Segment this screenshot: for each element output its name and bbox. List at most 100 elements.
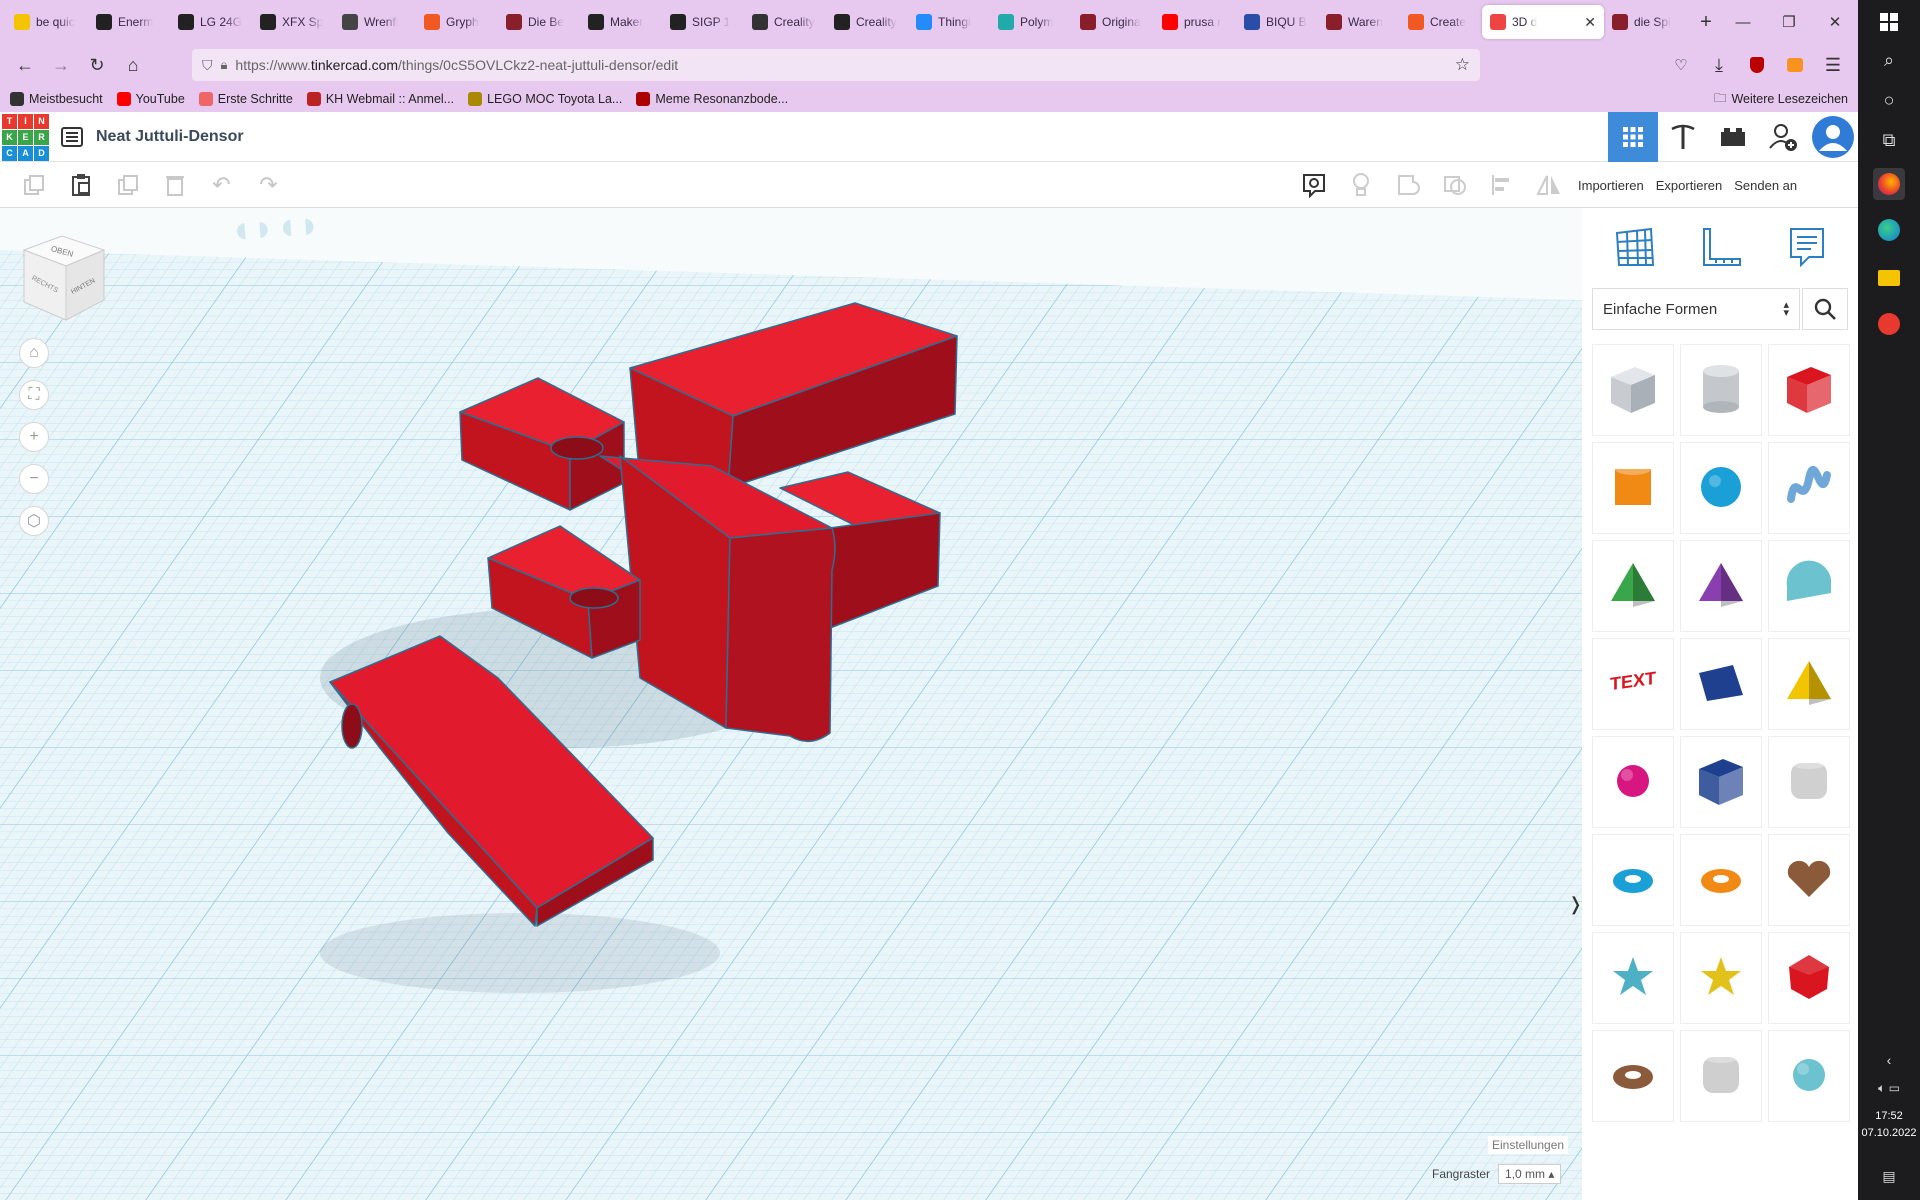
- app-taskbar-icon[interactable]: [1873, 308, 1905, 340]
- browser-tab[interactable]: Origina: [1072, 5, 1154, 39]
- bookmark-item[interactable]: Erste Schritte: [198, 92, 293, 106]
- shape-tile[interactable]: [1680, 834, 1762, 926]
- zoom-in-icon[interactable]: +: [19, 422, 49, 452]
- bookmark-item[interactable]: LEGO MOC Toyota La...: [468, 92, 622, 106]
- browser-tab[interactable]: die Spi: [1604, 5, 1686, 39]
- duplicate-icon[interactable]: [104, 165, 151, 205]
- view-cube[interactable]: OBEN RECHTS HINTEN: [20, 230, 108, 322]
- close-tab-icon[interactable]: ✕: [1584, 14, 1596, 31]
- shape-tile[interactable]: [1680, 932, 1762, 1024]
- browser-tab[interactable]: Waren: [1318, 5, 1400, 39]
- shape-tile[interactable]: [1592, 1030, 1674, 1122]
- bookmark-item[interactable]: KH Webmail :: Anmel...: [306, 92, 454, 106]
- shape-tile[interactable]: [1768, 1030, 1850, 1122]
- copy-icon[interactable]: [10, 165, 57, 205]
- browser-tab[interactable]: prusa r: [1154, 5, 1236, 39]
- shape-tile[interactable]: [1592, 736, 1674, 828]
- shape-tile[interactable]: TEXT: [1592, 638, 1674, 730]
- import-button[interactable]: Importieren: [1572, 170, 1650, 200]
- browser-tab[interactable]: be quic: [6, 5, 88, 39]
- workplane-scene[interactable]: ◖◗◖◗: [0, 208, 1582, 1200]
- close-window-icon[interactable]: ✕: [1812, 0, 1858, 44]
- file-explorer-icon[interactable]: [1873, 262, 1905, 294]
- search-taskbar-icon[interactable]: ⌕: [1873, 44, 1905, 76]
- shield-icon[interactable]: ⛉: [202, 57, 213, 74]
- shape-tile[interactable]: [1768, 344, 1850, 436]
- shape-tile[interactable]: [1680, 344, 1762, 436]
- shape-tile[interactable]: [1592, 834, 1674, 926]
- paste-icon[interactable]: [57, 165, 104, 205]
- group-icon[interactable]: [1384, 165, 1431, 205]
- browser-tab[interactable]: Wrenfi: [334, 5, 416, 39]
- browser-tab[interactable]: BIQU B: [1236, 5, 1318, 39]
- tab-active[interactable]: 3D d ✕: [1482, 5, 1604, 39]
- browser-tab[interactable]: SIGP 1: [662, 5, 744, 39]
- back-icon[interactable]: ←: [8, 49, 42, 81]
- restore-icon[interactable]: ❐: [1766, 0, 1812, 44]
- speaker-network-icon[interactable]: 🔈︎ ▭: [1868, 1072, 1910, 1104]
- shape-tile[interactable]: [1680, 540, 1762, 632]
- settings-link[interactable]: Einstellungen: [1488, 1136, 1569, 1154]
- undo-icon[interactable]: ↶: [198, 165, 245, 205]
- shape-tile[interactable]: [1592, 932, 1674, 1024]
- export-button[interactable]: Exportieren: [1650, 170, 1728, 200]
- pocket-icon[interactable]: ♡: [1664, 49, 1698, 81]
- extension-icon[interactable]: [1778, 49, 1812, 81]
- 3d-view-button[interactable]: [1608, 112, 1658, 162]
- shape-tile[interactable]: [1680, 442, 1762, 534]
- browser-tab[interactable]: Creality: [826, 5, 908, 39]
- windows-start-icon[interactable]: [1873, 6, 1905, 38]
- browser-tab[interactable]: LG 24G: [170, 5, 252, 39]
- shape-tile[interactable]: [1768, 932, 1850, 1024]
- shape-tile[interactable]: [1680, 1030, 1762, 1122]
- downloads-icon[interactable]: ⤓: [1702, 49, 1736, 81]
- browser-tab[interactable]: Enerm: [88, 5, 170, 39]
- browser-tab[interactable]: Creality: [744, 5, 826, 39]
- browser-tab[interactable]: Thingi: [908, 5, 990, 39]
- mirror-icon[interactable]: [1525, 165, 1572, 205]
- shape-tile[interactable]: [1768, 638, 1850, 730]
- browser-tab[interactable]: Gryph: [416, 5, 498, 39]
- tinkercad-logo[interactable]: TIN KER CAD: [2, 113, 49, 161]
- lock-icon[interactable]: 🔒︎: [221, 57, 228, 73]
- send-to-button[interactable]: Senden an: [1728, 170, 1803, 200]
- url-text[interactable]: https://www.tinkercad.com/things/0cS5OVL…: [235, 57, 1446, 73]
- invite-user-button[interactable]: [1758, 112, 1808, 162]
- shape-tile[interactable]: [1592, 442, 1674, 534]
- zoom-out-icon[interactable]: −: [19, 464, 49, 494]
- profile-button[interactable]: [1808, 112, 1858, 162]
- snap-grid-select[interactable]: 1,0 mm ▴: [1498, 1164, 1562, 1184]
- bricks-button[interactable]: [1708, 112, 1758, 162]
- reload-icon[interactable]: ↻: [80, 49, 114, 81]
- browser-tab[interactable]: Create: [1400, 5, 1482, 39]
- app-menu-icon[interactable]: ☰: [1816, 49, 1850, 81]
- blocks-button[interactable]: [1658, 112, 1708, 162]
- ruler-icon[interactable]: [1700, 225, 1744, 272]
- redo-icon[interactable]: ↷: [245, 165, 292, 205]
- shape-tile[interactable]: [1768, 540, 1850, 632]
- url-bar[interactable]: ⛉ 🔒︎ https://www.tinkercad.com/things/0c…: [192, 49, 1480, 81]
- shape-tile[interactable]: [1680, 638, 1762, 730]
- notes-panel-icon[interactable]: [1787, 225, 1827, 272]
- shape-tile[interactable]: [1768, 442, 1850, 534]
- more-bookmarks[interactable]: 🗀 Weitere Lesezeichen: [1714, 89, 1848, 110]
- browser-tab[interactable]: XFX Sp: [252, 5, 334, 39]
- design-title[interactable]: Neat Juttuli-Densor: [96, 128, 244, 146]
- shape-tile[interactable]: [1592, 540, 1674, 632]
- forward-icon[interactable]: →: [44, 49, 78, 81]
- shape-tile[interactable]: [1768, 834, 1850, 926]
- bookmark-item[interactable]: Meistbesucht: [10, 92, 103, 106]
- workplane-viewport[interactable]: ◖◗◖◗ OBEN RECHTS HINTEN ⌂ ⛶ + − ⬡ ❭ Eins…: [0, 208, 1582, 1200]
- edge-taskbar-icon[interactable]: [1873, 214, 1905, 246]
- ublock-icon[interactable]: [1740, 49, 1774, 81]
- bookmark-item[interactable]: YouTube: [116, 92, 185, 106]
- home-view-icon[interactable]: ⌂: [19, 338, 49, 368]
- shape-tile[interactable]: [1592, 344, 1674, 436]
- task-view-icon[interactable]: ⧉: [1873, 124, 1905, 156]
- ungroup-icon[interactable]: [1431, 165, 1478, 205]
- taskbar-clock[interactable]: 17:52 07.10.2022: [1858, 1108, 1920, 1142]
- lightbulb-icon[interactable]: [1337, 165, 1384, 205]
- browser-tab[interactable]: Polym: [990, 5, 1072, 39]
- shape-tile[interactable]: [1680, 736, 1762, 828]
- home-icon[interactable]: ⌂: [116, 49, 150, 81]
